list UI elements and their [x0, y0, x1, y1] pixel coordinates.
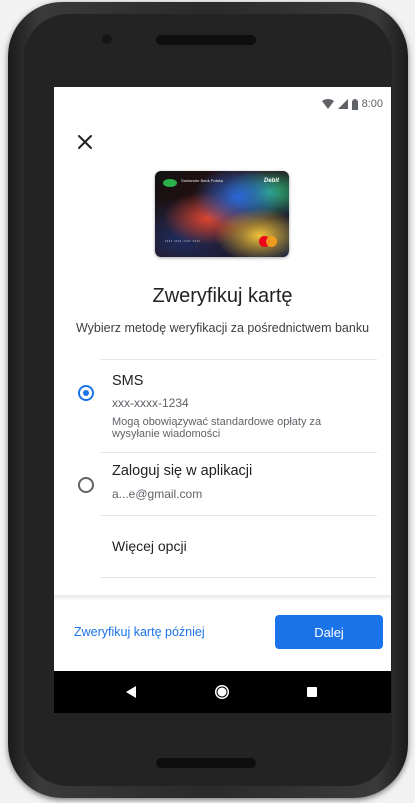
home-icon	[215, 685, 229, 699]
bottom-speaker	[156, 758, 256, 768]
option-app-login-email: a...e@gmail.com	[112, 487, 203, 501]
phone-frame: 8:00 Santander Bank Polska Debit •••• ••…	[8, 2, 408, 798]
battery-icon	[351, 98, 358, 110]
card-bank-name: Santander Bank Polska	[181, 178, 223, 183]
status-time: 8:00	[361, 98, 383, 110]
top-speaker	[156, 35, 256, 45]
divider	[100, 515, 377, 516]
phone-screen: 8:00 Santander Bank Polska Debit •••• ••…	[54, 87, 391, 713]
mastercard-logo-icon	[259, 236, 277, 247]
front-camera	[102, 34, 112, 44]
card-number-mask: •••• •••• •••• ••••	[165, 238, 201, 243]
status-icons: 8:00	[321, 98, 383, 110]
nav-back-button[interactable]	[102, 671, 162, 713]
card-type-label: Debit	[264, 178, 279, 184]
payment-card-image: Santander Bank Polska Debit •••• •••• ••…	[155, 171, 289, 257]
page-subtitle: Wybierz metodę weryfikacji za pośrednict…	[75, 321, 370, 335]
android-nav-bar	[54, 671, 391, 713]
nav-recents-button[interactable]	[282, 671, 342, 713]
option-sms-phone: xxx-xxxx-1234	[112, 396, 189, 410]
page-title: Zweryfikuj kartę	[152, 285, 293, 307]
close-icon	[78, 135, 92, 149]
signal-icon	[337, 99, 348, 109]
radio-sms[interactable]	[78, 385, 94, 401]
divider	[100, 577, 377, 578]
more-options-button[interactable]: Więcej opcji	[112, 538, 187, 554]
back-icon	[126, 686, 136, 698]
option-sms[interactable]: SMS xxx-xxxx-1234 Mogą obowiązywać stand…	[54, 360, 391, 452]
wifi-icon	[321, 99, 334, 109]
page: 8:00 Santander Bank Polska Debit •••• ••…	[0, 0, 415, 803]
footer-separator	[54, 595, 391, 601]
option-sms-title: SMS	[112, 373, 144, 389]
close-button[interactable]	[74, 131, 96, 153]
recents-icon	[307, 687, 317, 697]
bank-logo-icon	[163, 179, 177, 187]
option-sms-note: Mogą obowiązywać standardowe opłaty za w…	[112, 416, 322, 440]
next-button[interactable]: Dalej	[275, 615, 383, 649]
option-app-login-title: Zaloguj się w aplikacji	[112, 463, 253, 479]
nav-home-button[interactable]	[192, 671, 252, 713]
status-bar: 8:00	[54, 87, 391, 123]
radio-app-login[interactable]	[78, 477, 94, 493]
option-app-login[interactable]: Zaloguj się w aplikacji a...e@gmail.com	[54, 453, 391, 513]
verify-later-link[interactable]: Zweryfikuj kartę później	[74, 625, 205, 639]
